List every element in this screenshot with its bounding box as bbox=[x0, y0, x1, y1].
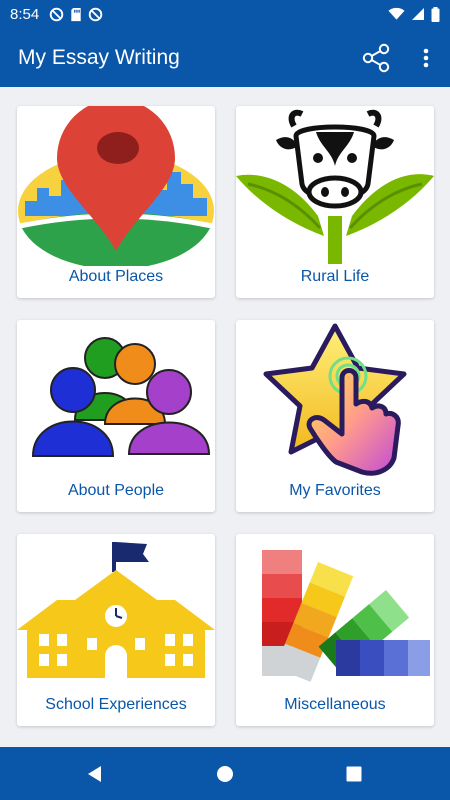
status-time: 8:54 bbox=[10, 5, 40, 23]
card-miscellaneous[interactable]: Miscellaneous bbox=[236, 534, 434, 726]
card-label: About Places bbox=[68, 268, 164, 285]
do-not-disturb-icon bbox=[88, 7, 103, 21]
cell-signal-icon bbox=[412, 8, 424, 20]
school-building-icon bbox=[17, 542, 215, 678]
more-vert-icon bbox=[423, 48, 429, 68]
back-icon[interactable] bbox=[85, 764, 105, 784]
people-group-icon bbox=[31, 337, 211, 457]
card-label: Miscellaneous bbox=[284, 696, 386, 713]
map-pin-city-icon bbox=[18, 106, 214, 266]
card-rural-life[interactable]: Rural Life bbox=[236, 106, 434, 298]
system-nav-bar bbox=[0, 747, 450, 800]
share-button[interactable] bbox=[356, 38, 396, 78]
wifi-icon bbox=[388, 7, 405, 20]
color-swatch-icon bbox=[262, 550, 430, 682]
star-tap-icon bbox=[263, 323, 407, 476]
card-about-people[interactable]: About People bbox=[17, 320, 215, 512]
card-label: School Experiences bbox=[45, 696, 187, 713]
overflow-menu-button[interactable] bbox=[412, 38, 440, 78]
card-label: My Favorites bbox=[289, 482, 381, 499]
share-icon bbox=[362, 43, 390, 73]
card-about-places[interactable]: About Places bbox=[17, 106, 215, 298]
battery-icon bbox=[431, 6, 440, 22]
recents-icon[interactable] bbox=[344, 764, 364, 784]
card-my-favorites[interactable]: My Favorites bbox=[236, 320, 434, 512]
home-icon[interactable] bbox=[215, 764, 235, 784]
sd-card-icon bbox=[71, 7, 81, 21]
card-label: Rural Life bbox=[300, 268, 370, 285]
cow-plant-icon bbox=[236, 109, 434, 264]
card-school-experiences[interactable]: School Experiences bbox=[17, 534, 215, 726]
card-label: About People bbox=[67, 482, 165, 499]
do-not-disturb-icon bbox=[49, 7, 64, 21]
category-grid: About Places Rural Life About People My … bbox=[0, 87, 450, 747]
app-title: My Essay Writing bbox=[18, 45, 180, 69]
app-bar: My Essay Writing bbox=[0, 28, 450, 87]
status-bar: 8:54 bbox=[0, 0, 450, 28]
